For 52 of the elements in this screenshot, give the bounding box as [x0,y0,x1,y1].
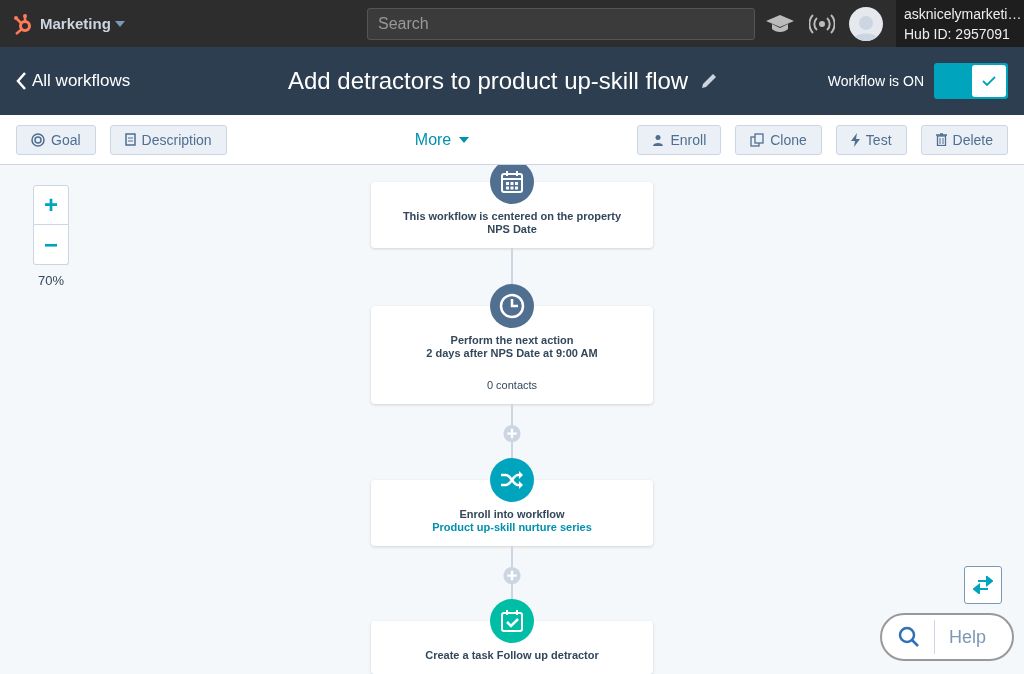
chevron-left-icon [16,72,26,90]
person-icon [652,133,665,146]
checkmark-icon [982,76,996,86]
copy-icon [750,132,765,147]
graduation-cap-icon[interactable] [765,13,795,34]
step-text: 2 days after NPS Date at 9:00 AM [426,347,598,361]
workflow-link[interactable]: Product up-skill nurture series [432,520,592,534]
toggle-label: Workflow is ON [827,73,924,89]
clock-icon [499,293,525,320]
workflow-step-card[interactable]: This workflow is centered on the property NPS Date [371,182,653,248]
zoom-out-button[interactable]: − [33,225,69,265]
swap-button[interactable] [964,566,1002,604]
toolbar-button[interactable]: Enroll [637,124,722,155]
step-text: Create a task Follow up detractor [425,649,599,662]
back-link[interactable]: All workflows [16,71,266,91]
sprocket-logo-icon [12,12,34,35]
app-menu[interactable]: Marketing [40,15,125,32]
zoom-level: 70% [38,273,64,288]
pencil-icon[interactable] [700,72,719,90]
broadcast-icon[interactable] [809,13,835,34]
toolbar-button[interactable]: Goal [16,124,96,155]
calendar-icon [500,170,524,194]
hub-id: Hub ID: 2957091 [904,25,1011,42]
step-text: Enroll into workflow [459,507,565,521]
more-dropdown[interactable]: More [408,129,476,150]
workflow-toggle[interactable] [934,63,1008,99]
toolbar-button[interactable]: Clone [735,124,822,155]
step-text: NPS Date [487,223,537,236]
toolbar-button[interactable]: Delete [920,124,1008,155]
target-icon [31,132,45,147]
toolbar-button[interactable]: Description [109,124,227,155]
avatar-icon[interactable] [849,6,883,41]
contact-count: 0 contacts [486,379,538,393]
shuffle-icon [500,469,524,490]
workflow-step-card[interactable]: Enroll into workflow Product up-skill nurture series [371,479,653,546]
search-icon [898,626,920,648]
help-button[interactable]: Help [880,613,1014,661]
search-field[interactable]: Search [367,7,755,40]
lightning-icon [850,132,860,147]
workflow-step-card[interactable]: Perform the next action 2 days after NPS Date at 9:00 AM 0 contacts [371,306,653,405]
workflow-step-card[interactable]: Create a task Follow up detractor [371,621,653,674]
caret-icon [459,136,470,143]
step-text: This workflow is centered on the property [402,210,622,223]
caret-icon [114,20,125,27]
toolbar-button[interactable]: Test [835,124,907,155]
swap-arrows-icon [973,576,993,594]
step-text: Perform the next action [450,334,574,348]
trash-icon [935,133,947,146]
task-checklist-icon [500,609,524,633]
document-icon [124,133,136,146]
workflow-title: Add detractors to product up-skill flow [288,67,689,95]
zoom-in-button[interactable]: + [33,185,69,225]
